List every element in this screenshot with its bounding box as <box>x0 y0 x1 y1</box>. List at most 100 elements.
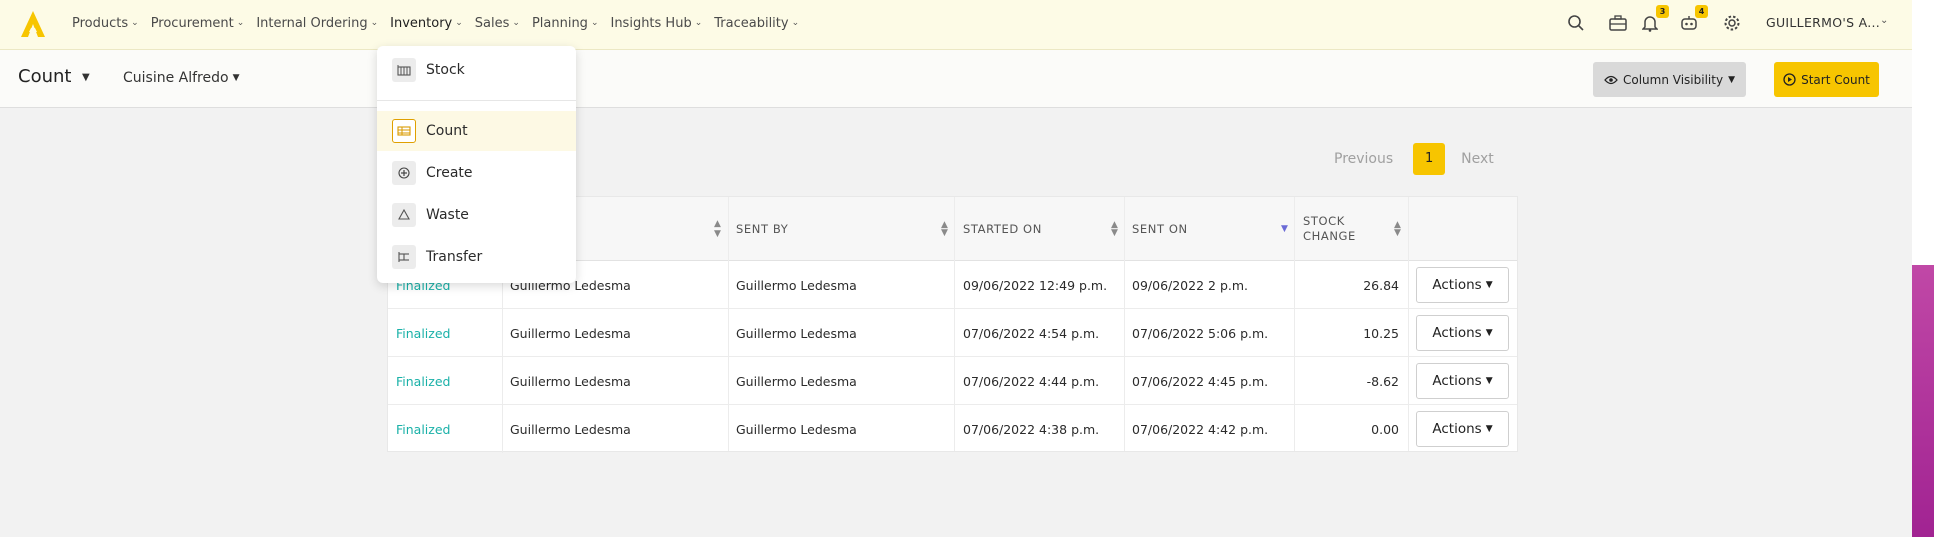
actions-button[interactable]: Actions ▼ <box>1416 315 1509 351</box>
eye-icon <box>1604 75 1618 85</box>
chevron-down-icon: ⌄ <box>455 18 463 28</box>
column-header-label: CHANGE <box>1303 229 1356 243</box>
nav-planning[interactable]: Planning ⌄ <box>532 16 599 31</box>
nav-label: Inventory <box>390 15 453 31</box>
menu-item-label: Count <box>426 123 468 139</box>
sent-on-cell: 07/06/2022 5:06 p.m. <box>1132 325 1269 341</box>
page-number-button[interactable]: 1 <box>1413 142 1446 175</box>
start-count-button[interactable]: Start Count <box>1774 62 1879 97</box>
page-title[interactable]: Count <box>18 66 71 87</box>
table-row: Finalized Guillermo Ledesma Guillermo Le… <box>388 309 1517 357</box>
menu-item-label: Waste <box>426 207 469 223</box>
started-on-cell: 09/06/2022 12:49 p.m. <box>963 277 1108 293</box>
created-by-cell: Guillermo Ledesma <box>510 421 631 437</box>
actions-button[interactable]: Actions ▼ <box>1416 411 1509 447</box>
sort-icon[interactable]: ▲ ▼ <box>941 197 953 261</box>
search-icon[interactable] <box>1565 12 1587 34</box>
column-header-sent-by[interactable]: SENT BY <box>736 197 788 261</box>
gear-icon[interactable] <box>1721 12 1743 34</box>
nav-label: Sales <box>474 15 510 31</box>
menu-item-label: Transfer <box>426 249 483 265</box>
user-menu[interactable]: GUILLERMO'S A... <box>1766 15 1880 30</box>
column-header-stock-change[interactable]: STOCK CHANGE <box>1303 197 1356 261</box>
app-logo[interactable] <box>20 10 46 38</box>
start-count-label: Start Count <box>1801 72 1870 87</box>
sort-icon[interactable]: ▲ ▼ <box>1394 197 1406 261</box>
location-label: Cuisine Alfredo <box>123 70 229 86</box>
stock-change-cell: 0.00 <box>1371 421 1399 437</box>
chevron-down-icon: ⌄ <box>236 18 245 28</box>
chevron-down-icon: ⌄ <box>590 18 599 28</box>
nav-internal-ordering[interactable]: Internal Ordering ⌄ <box>256 16 378 31</box>
bell-icon[interactable]: 3 <box>1639 5 1669 34</box>
menu-item-create[interactable]: Create <box>377 153 576 193</box>
chevron-down-icon[interactable]: ⌄ <box>1880 15 1888 26</box>
notifications-badge: 3 <box>1656 5 1669 18</box>
status-link[interactable]: Finalized <box>396 357 450 405</box>
column-header-label: STOCK <box>1303 214 1345 228</box>
started-on-cell: 07/06/2022 4:38 p.m. <box>963 421 1100 437</box>
table-row: Finalized Guillermo Ledesma Guillermo Le… <box>388 405 1517 453</box>
menu-item-stock[interactable]: Stock <box>377 50 576 90</box>
actions-label: Actions <box>1432 421 1482 437</box>
previous-page-button[interactable]: Previous <box>1334 151 1393 167</box>
menu-item-label: Stock <box>426 62 465 78</box>
sort-icon[interactable]: ▲ ▼ <box>1111 197 1123 261</box>
sent-on-cell: 07/06/2022 4:45 p.m. <box>1132 373 1269 389</box>
status-link[interactable]: Finalized <box>396 309 450 357</box>
created-by-cell: Guillermo Ledesma <box>510 373 631 389</box>
caret-down-icon: ▼ <box>1485 328 1493 338</box>
sort-desc-icon[interactable]: ▼ <box>1281 197 1293 261</box>
nav-products[interactable]: Products ⌄ <box>72 16 139 31</box>
sent-on-cell: 07/06/2022 4:42 p.m. <box>1132 421 1269 437</box>
table-row: Finalized Guillermo Ledesma Guillermo Le… <box>388 357 1517 405</box>
location-selector[interactable]: Cuisine Alfredo ▼ <box>123 70 240 86</box>
transfer-icon <box>392 245 416 269</box>
stock-change-cell: -8.62 <box>1366 373 1399 389</box>
nav-insights-hub[interactable]: Insights Hub ⌄ <box>610 16 702 31</box>
sort-icon[interactable]: ▲ ▼ <box>714 197 726 261</box>
caret-down-icon[interactable]: ▼ <box>82 72 90 83</box>
column-header-sent-on[interactable]: SENT ON <box>1132 197 1188 261</box>
recycle-icon <box>392 203 416 227</box>
sent-by-cell: Guillermo Ledesma <box>736 373 857 389</box>
menu-item-waste[interactable]: Waste <box>377 195 576 235</box>
inventory-dropdown-menu: Stock Count Create Waste Transfer <box>377 46 576 283</box>
pagination: Previous 1 Next <box>1334 142 1494 175</box>
nav-sales[interactable]: Sales ⌄ <box>475 16 520 31</box>
list-count-icon <box>392 119 416 143</box>
robot-icon[interactable]: 4 <box>1678 5 1708 34</box>
column-visibility-button[interactable]: Column Visibility ▼ <box>1593 62 1746 97</box>
menu-divider <box>377 100 576 101</box>
column-header-started-on[interactable]: STARTED ON <box>963 197 1042 261</box>
menu-item-count[interactable]: Count <box>377 111 576 151</box>
next-page-button[interactable]: Next <box>1461 151 1494 167</box>
warehouse-icon <box>392 58 416 82</box>
stock-change-cell: 10.25 <box>1363 325 1399 341</box>
nav-label: Products <box>72 15 129 31</box>
actions-label: Actions <box>1432 325 1482 341</box>
sent-by-cell: Guillermo Ledesma <box>736 421 857 437</box>
nav-procurement[interactable]: Procurement ⌄ <box>151 16 245 31</box>
sent-by-cell: Guillermo Ledesma <box>736 325 857 341</box>
sent-by-cell: Guillermo Ledesma <box>736 277 857 293</box>
actions-button[interactable]: Actions ▼ <box>1416 267 1509 303</box>
plus-circle-icon <box>392 161 416 185</box>
nav-traceability[interactable]: Traceability ⌄ <box>714 16 799 31</box>
nav-label: Internal Ordering <box>256 15 368 31</box>
menu-item-transfer[interactable]: Transfer <box>377 237 576 277</box>
caret-down-icon: ▼ <box>1485 424 1493 434</box>
column-visibility-label: Column Visibility <box>1623 72 1724 87</box>
column-header-label: SENT ON <box>1132 222 1188 236</box>
nav-inventory[interactable]: Inventory ⌄ <box>390 16 463 31</box>
column-header-label: SENT BY <box>736 222 789 236</box>
actions-button[interactable]: Actions ▼ <box>1416 363 1509 399</box>
menu-item-label: Create <box>426 165 473 181</box>
status-link[interactable]: Finalized <box>396 405 450 453</box>
window-edge-panel <box>1912 0 1934 265</box>
actions-label: Actions <box>1432 277 1482 293</box>
briefcase-icon[interactable] <box>1607 12 1629 34</box>
nav-label: Insights Hub <box>610 15 692 31</box>
stock-change-cell: 26.84 <box>1363 277 1399 293</box>
play-circle-icon <box>1783 73 1796 86</box>
